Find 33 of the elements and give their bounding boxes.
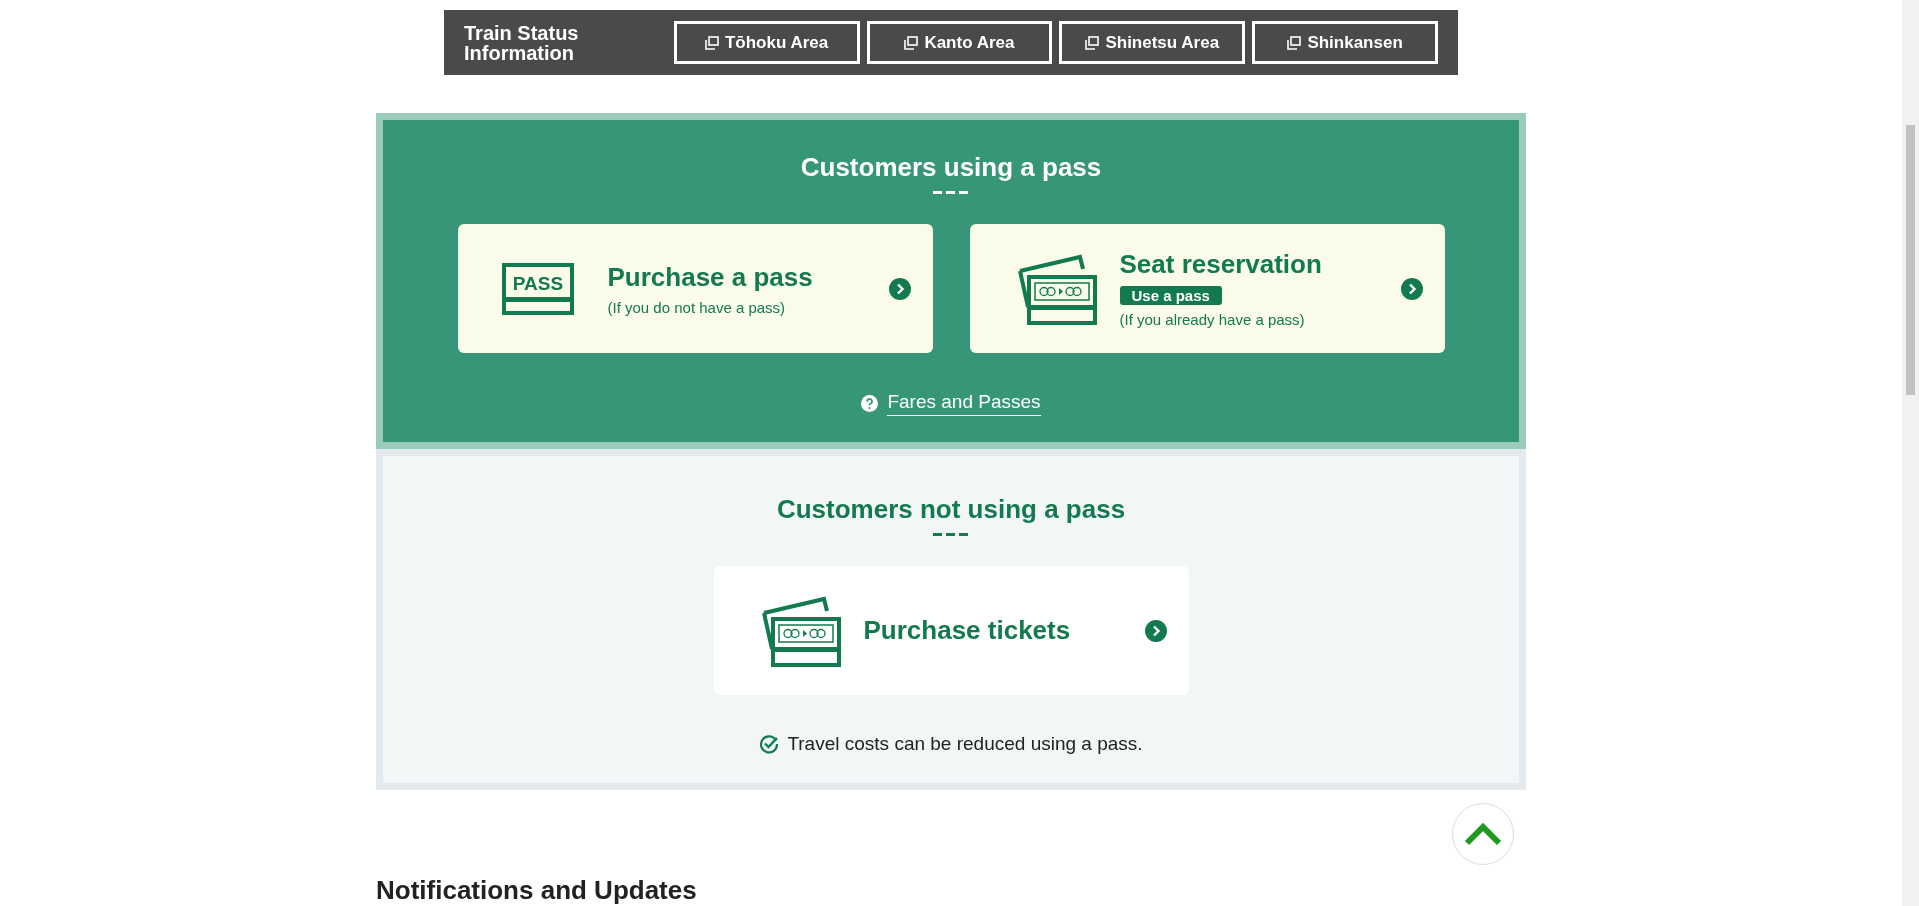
dash-ornament [933, 191, 969, 194]
card-note: (If you do not have a pass) [607, 298, 786, 316]
chevron-circle-icon [1400, 277, 1423, 300]
service-card[interactable]: Purchase tickets [713, 566, 1189, 695]
area-link-button[interactable]: Kanto Area [866, 21, 1053, 64]
window-icon [704, 35, 719, 50]
chevron-circle-icon [888, 277, 911, 300]
dash-ornament [933, 533, 969, 536]
scrollbar-thumb[interactable] [1906, 125, 1915, 395]
service-card[interactable]: PASS Purchase a pass (If you do not have a pass) [457, 224, 933, 353]
pass-card-icon: PASS [501, 262, 574, 315]
window-icon [904, 35, 919, 50]
card-title: Purchase tickets [863, 615, 1071, 646]
bar-title: Train Status Information [464, 22, 580, 63]
card-title: Purchase a pass [607, 261, 813, 293]
chevron-up-icon [1463, 821, 1503, 847]
tip-text: Travel costs can be reduced using a pass. [787, 733, 1143, 755]
service-card[interactable]: Seat reservation Use a pass (If you already have a pass) [969, 224, 1445, 353]
card-note: (If you already have a pass) [1119, 311, 1305, 328]
section-title: Customers not using a pass [776, 494, 1126, 525]
card-badge: Use a pass [1119, 286, 1222, 305]
fares-link[interactable]: Fares and Passes [887, 391, 1041, 416]
section-title: Customers using a pass [800, 152, 1102, 183]
area-link-button[interactable]: Tōhoku Area [673, 21, 860, 64]
window-icon [1085, 35, 1100, 50]
area-link-button[interactable]: Shinetsu Area [1059, 21, 1246, 64]
help-icon [861, 395, 879, 412]
check-circle-icon [759, 734, 780, 754]
window-icon [1287, 35, 1302, 50]
chevron-circle-icon [1144, 619, 1167, 642]
card-title: Seat reservation [1119, 249, 1322, 280]
area-link-button[interactable]: Shinkansen [1252, 21, 1438, 64]
notifications-heading: Notifications and Updates [376, 875, 698, 906]
